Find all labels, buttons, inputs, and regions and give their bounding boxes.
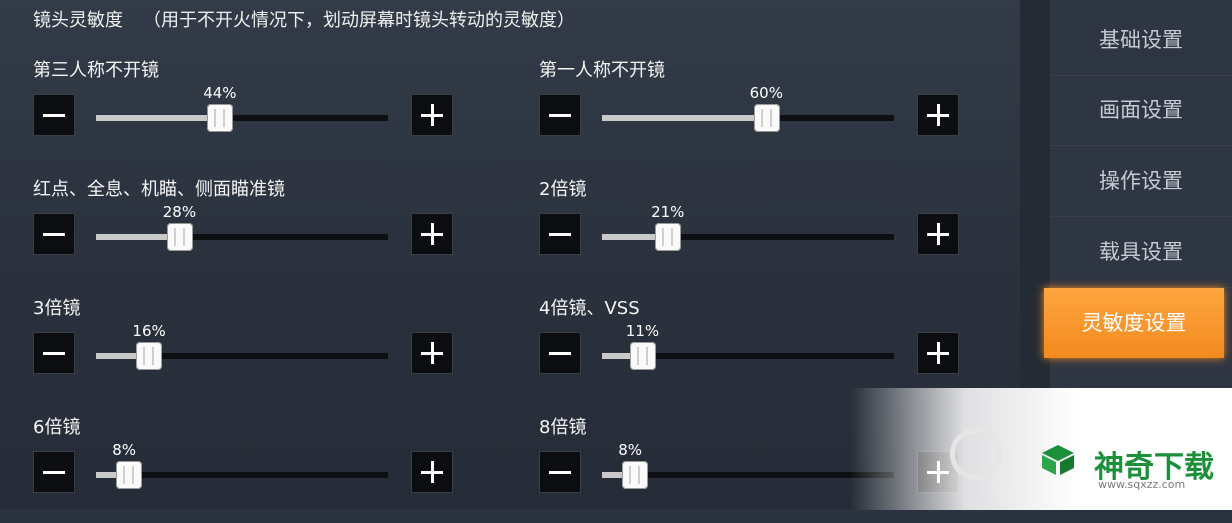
watermark-logo-icon bbox=[950, 428, 1002, 480]
slider-fill bbox=[602, 115, 767, 121]
slider-label: 红点、全息、机瞄、侧面瞄准镜 bbox=[33, 179, 285, 200]
increase-button[interactable] bbox=[411, 213, 453, 255]
increase-button[interactable] bbox=[411, 451, 453, 493]
sidebar-item-basic[interactable]: 基础设置 bbox=[1050, 5, 1232, 76]
slider-label: 2倍镜 bbox=[539, 179, 587, 200]
sidebar-item-vehicle[interactable]: 载具设置 bbox=[1050, 217, 1232, 288]
slider-value: 11% bbox=[625, 322, 660, 340]
slider-row: 3倍镜 16% bbox=[33, 294, 473, 404]
decrease-button[interactable] bbox=[33, 94, 75, 136]
section-hint: （用于不开火情况下，划动屏幕时镜头转动的灵敏度） bbox=[143, 10, 575, 31]
minus-icon bbox=[549, 471, 571, 474]
plus-icon-vertical bbox=[937, 342, 940, 364]
slider-row: 红点、全息、机瞄、侧面瞄准镜 28% bbox=[33, 175, 473, 285]
slider-thumb[interactable] bbox=[166, 223, 193, 251]
sidebar-item-graphics[interactable]: 画面设置 bbox=[1050, 75, 1232, 146]
sidebar-item-controls[interactable]: 操作设置 bbox=[1050, 146, 1232, 217]
sensitivity-slider[interactable]: 28% bbox=[96, 203, 388, 251]
section-title-text: 镜头灵敏度 bbox=[33, 10, 123, 31]
slider-label: 3倍镜 bbox=[33, 298, 81, 319]
decrease-button[interactable] bbox=[33, 451, 75, 493]
slider-value: 21% bbox=[651, 203, 685, 221]
slider-label: 第一人称不开镜 bbox=[539, 60, 665, 81]
plus-icon-vertical bbox=[937, 104, 940, 126]
decrease-button[interactable] bbox=[539, 451, 581, 493]
sensitivity-slider[interactable]: 11% bbox=[602, 322, 894, 370]
slider-thumb[interactable] bbox=[116, 461, 143, 489]
slider-label: 6倍镜 bbox=[33, 417, 81, 438]
slider-value: 28% bbox=[162, 203, 197, 221]
plus-icon-vertical bbox=[431, 342, 434, 364]
slider-row: 第一人称不开镜 60% bbox=[539, 56, 979, 166]
plus-icon-vertical bbox=[431, 104, 434, 126]
sidebar-item-sensitivity[interactable]: 灵敏度设置 bbox=[1044, 288, 1224, 358]
minus-icon bbox=[43, 114, 65, 117]
decrease-button[interactable] bbox=[33, 213, 75, 255]
slider-row: 2倍镜 21% bbox=[539, 175, 979, 285]
increase-button[interactable] bbox=[917, 332, 959, 374]
slider-value: 8% bbox=[618, 441, 642, 459]
slider-row: 6倍镜 8% bbox=[33, 413, 473, 523]
slider-thumb[interactable] bbox=[136, 342, 163, 370]
increase-button[interactable] bbox=[411, 94, 453, 136]
decrease-button[interactable] bbox=[539, 332, 581, 374]
section-title: 镜头灵敏度 （用于不开火情况下，划动屏幕时镜头转动的灵敏度） bbox=[33, 6, 575, 32]
decrease-button[interactable] bbox=[33, 332, 75, 374]
sensitivity-slider[interactable]: 60% bbox=[602, 84, 894, 132]
slider-label: 4倍镜、VSS bbox=[539, 298, 640, 319]
increase-button[interactable] bbox=[411, 332, 453, 374]
slider-row: 第三人称不开镜 44% bbox=[33, 56, 473, 166]
plus-icon-vertical bbox=[431, 223, 434, 245]
slider-value: 44% bbox=[203, 84, 237, 102]
minus-icon bbox=[43, 471, 65, 474]
minus-icon bbox=[549, 114, 571, 117]
decrease-button[interactable] bbox=[539, 94, 581, 136]
slider-label: 8倍镜 bbox=[539, 417, 587, 438]
slider-thumb[interactable] bbox=[207, 104, 234, 132]
watermark-brand-icon bbox=[1042, 445, 1074, 475]
increase-button[interactable] bbox=[917, 213, 959, 255]
sensitivity-slider[interactable]: 44% bbox=[96, 84, 388, 132]
slider-fill bbox=[96, 115, 221, 121]
slider-thumb[interactable] bbox=[622, 461, 649, 489]
slider-label: 第三人称不开镜 bbox=[33, 60, 159, 81]
minus-icon bbox=[549, 233, 571, 236]
slider-value: 60% bbox=[749, 84, 783, 102]
minus-icon bbox=[43, 233, 65, 236]
plus-icon-vertical bbox=[431, 461, 434, 483]
minus-icon bbox=[43, 352, 65, 355]
slider-thumb[interactable] bbox=[655, 223, 682, 251]
slider-thumb[interactable] bbox=[753, 104, 780, 132]
increase-button[interactable] bbox=[917, 94, 959, 136]
watermark-url: www.sqxzz.com bbox=[1098, 478, 1186, 491]
decrease-button[interactable] bbox=[539, 213, 581, 255]
slider-value: 16% bbox=[132, 322, 166, 340]
sensitivity-slider[interactable]: 16% bbox=[96, 322, 388, 370]
minus-icon bbox=[549, 352, 571, 355]
slider-thumb[interactable] bbox=[629, 342, 656, 370]
slider-value: 8% bbox=[112, 441, 136, 459]
sensitivity-slider[interactable]: 21% bbox=[602, 203, 894, 251]
sensitivity-slider[interactable]: 8% bbox=[96, 441, 388, 489]
plus-icon-vertical bbox=[937, 223, 940, 245]
